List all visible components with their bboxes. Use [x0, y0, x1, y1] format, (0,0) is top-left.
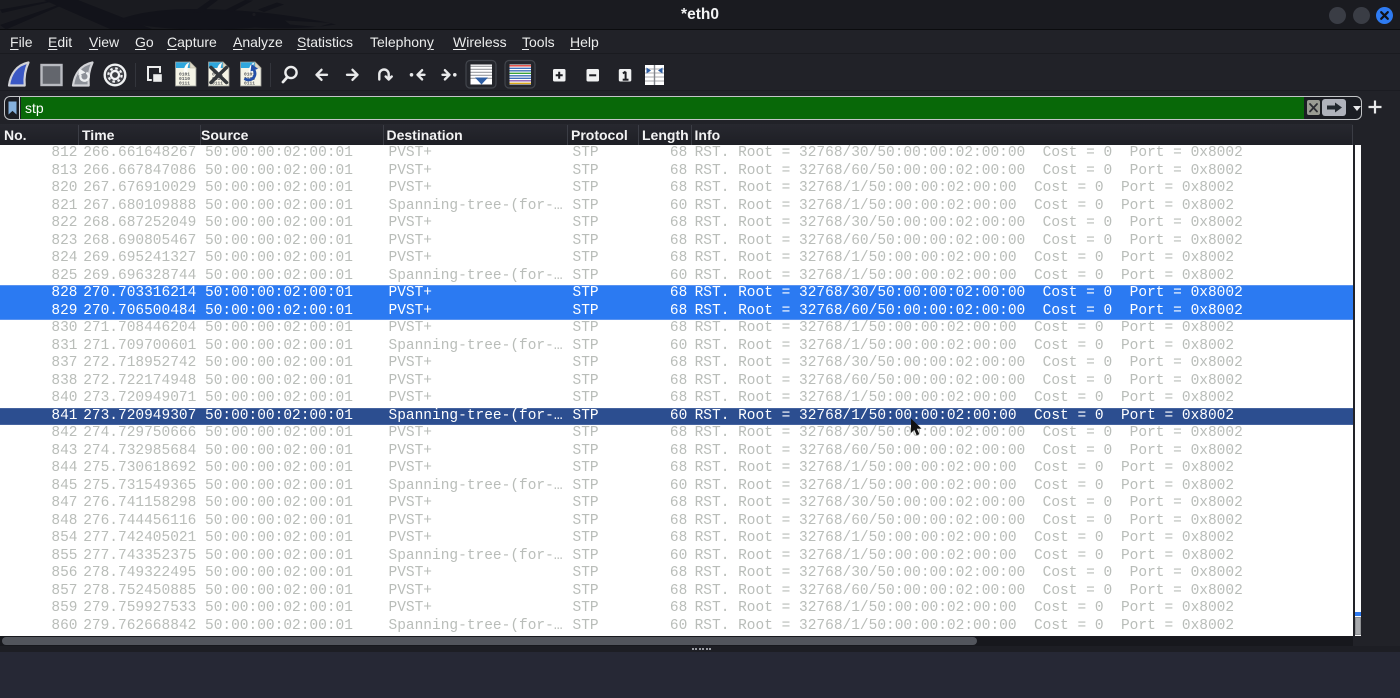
svg-text:0111: 0111 [179, 81, 190, 87]
